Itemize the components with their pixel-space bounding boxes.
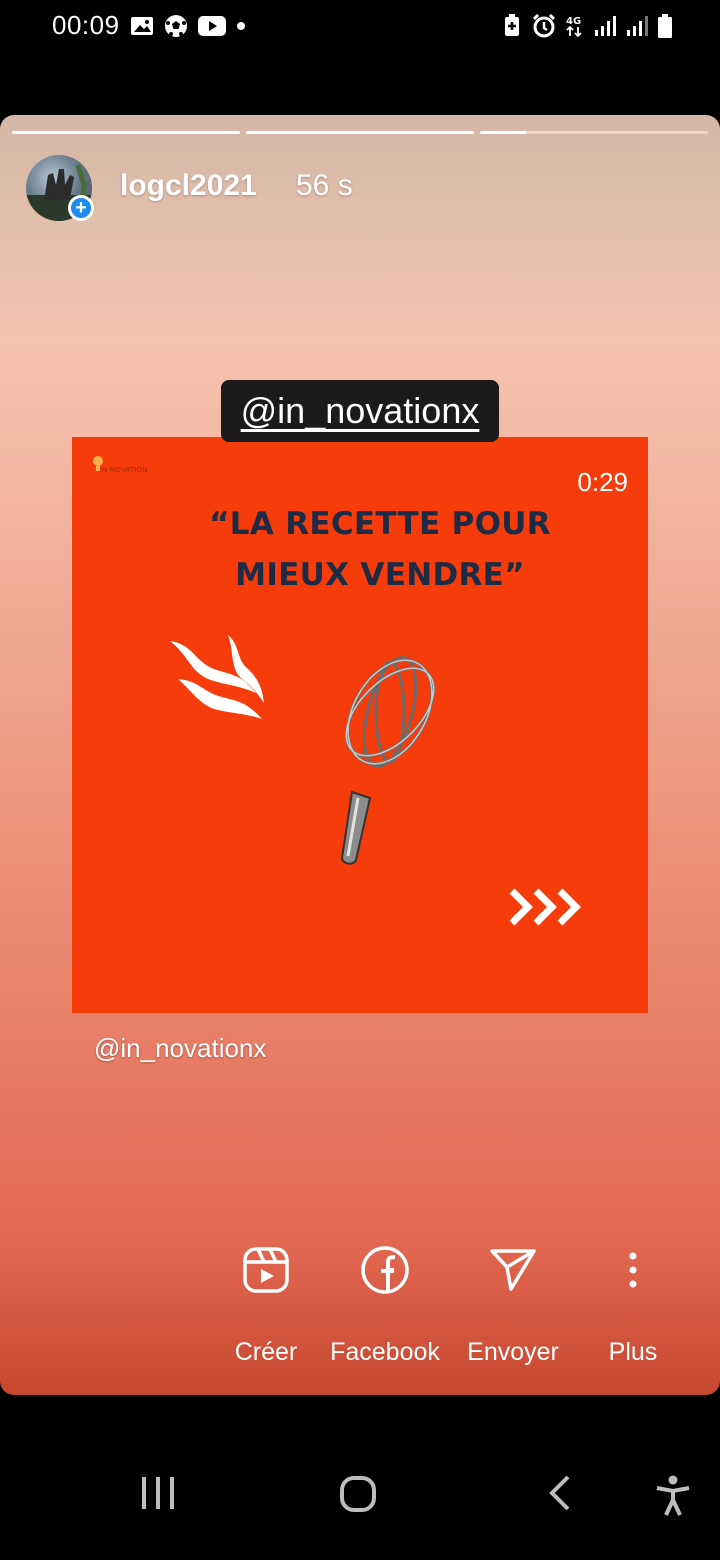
status-bar: 00:09 4G — [0, 0, 720, 56]
headline-line: “LA RECETTE POUR — [209, 506, 551, 542]
battery-icon — [658, 14, 672, 38]
progress-segment — [246, 131, 474, 134]
story-viewer[interactable]: + logcl2021 56 s IN NOVATION 0:29 “LA RE… — [0, 115, 720, 1395]
story-actions: Créer Facebook Envoyer Plus — [0, 1240, 720, 1380]
progress-fill — [246, 131, 474, 134]
more-button[interactable]: Plus — [604, 1240, 662, 1367]
signal-icon — [626, 15, 648, 37]
home-icon[interactable] — [339, 1475, 377, 1518]
recent-apps-icon[interactable] — [140, 1475, 176, 1516]
progress-fill — [480, 131, 526, 134]
signal-icon — [594, 15, 616, 37]
progress-segment — [480, 131, 708, 134]
reels-icon — [236, 1240, 296, 1300]
facebook-label: Facebook — [330, 1338, 440, 1366]
dot-icon — [236, 21, 246, 31]
facebook-icon — [355, 1240, 415, 1300]
whisk-icon — [340, 656, 436, 865]
mention-sticker[interactable]: @in_novationx — [221, 380, 499, 442]
gallery-icon — [130, 15, 154, 37]
progress-fill — [12, 131, 240, 134]
post-headline: “LA RECETTE POUR MIEUX VENDRE” — [72, 499, 648, 601]
4g-icon: 4G — [566, 14, 584, 38]
steam-icon — [170, 635, 264, 719]
alarm-icon — [532, 14, 556, 38]
more-vertical-icon — [603, 1240, 663, 1300]
notification-icons — [130, 14, 246, 38]
back-icon[interactable] — [548, 1475, 572, 1516]
send-label: Envoyer — [467, 1338, 559, 1366]
progress-segment — [12, 131, 240, 134]
create-button[interactable]: Créer — [234, 1240, 298, 1367]
shared-post[interactable]: IN NOVATION 0:29 “LA RECETTE POUR MIEUX … — [72, 437, 648, 1013]
next-chevrons-icon — [509, 888, 581, 926]
post-logo-text: IN NOVATION — [100, 467, 148, 474]
caption-mention[interactable]: @in_novationx — [94, 1033, 266, 1064]
more-label: Plus — [608, 1338, 658, 1366]
status-time: 00:09 — [52, 10, 120, 40]
story-progress — [12, 131, 708, 134]
system-icons: 4G — [502, 14, 672, 38]
navigation-bar — [0, 1395, 720, 1560]
add-story-badge[interactable]: + — [68, 195, 94, 221]
soccer-ball-icon — [164, 14, 188, 38]
send-icon — [483, 1240, 543, 1300]
create-label: Créer — [234, 1338, 298, 1366]
send-button[interactable]: Envoyer — [467, 1240, 559, 1367]
story-username[interactable]: logcl2021 — [120, 169, 257, 203]
youtube-icon — [198, 16, 226, 36]
video-duration: 0:29 — [577, 467, 628, 497]
headline-line: MIEUX VENDRE” — [235, 557, 525, 593]
svg-text:4G: 4G — [566, 16, 581, 27]
facebook-share-button[interactable]: Facebook — [328, 1240, 442, 1367]
battery-saver-icon — [502, 14, 522, 38]
mention-sticker-text: @in_novationx — [240, 390, 480, 431]
accessibility-icon[interactable] — [655, 1475, 691, 1522]
story-timestamp: 56 s — [296, 169, 353, 202]
